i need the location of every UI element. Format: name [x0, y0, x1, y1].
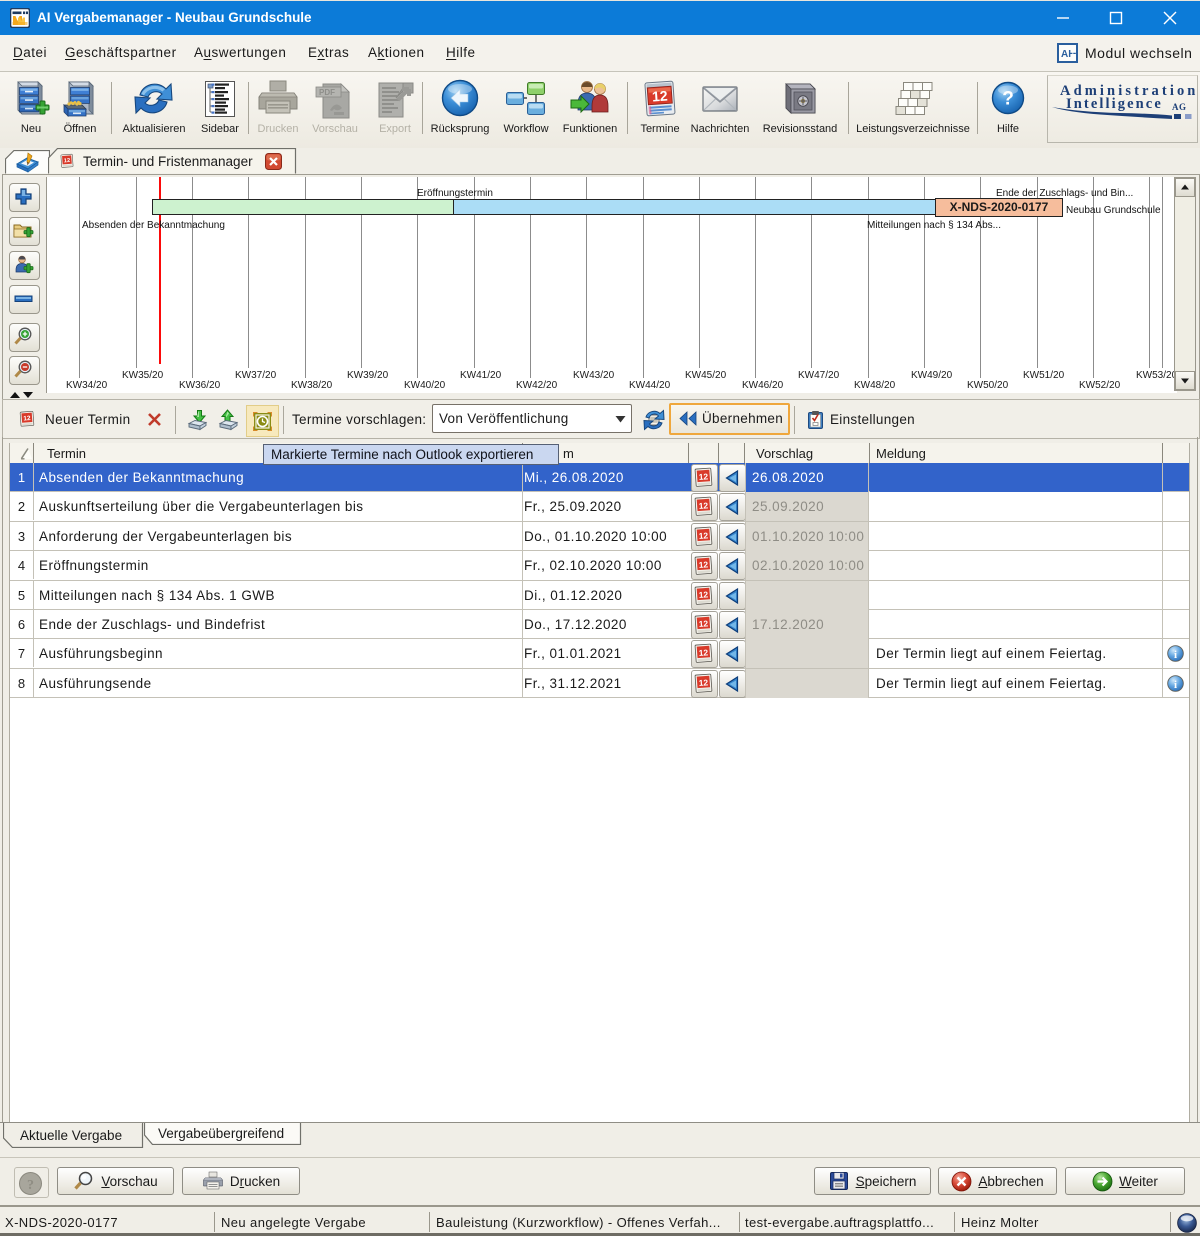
svg-text:12: 12 [698, 559, 708, 570]
svg-text:12: 12 [698, 648, 708, 659]
svg-text:12: 12 [698, 501, 708, 512]
svg-text:12: 12 [64, 158, 71, 164]
svg-text:PDF: PDF [319, 88, 335, 97]
svg-text:i: i [1174, 679, 1177, 691]
svg-text:12: 12 [698, 471, 708, 482]
svg-text:12: 12 [23, 415, 31, 423]
svg-text:12: 12 [698, 530, 708, 541]
svg-text:12: 12 [698, 589, 708, 600]
svg-text:12: 12 [698, 677, 708, 688]
svg-text:?: ? [27, 1178, 34, 1193]
svg-text:12: 12 [698, 618, 708, 629]
svg-text:--: -- [1070, 48, 1077, 59]
svg-text:i: i [1174, 649, 1177, 661]
svg-text:12: 12 [651, 87, 668, 104]
